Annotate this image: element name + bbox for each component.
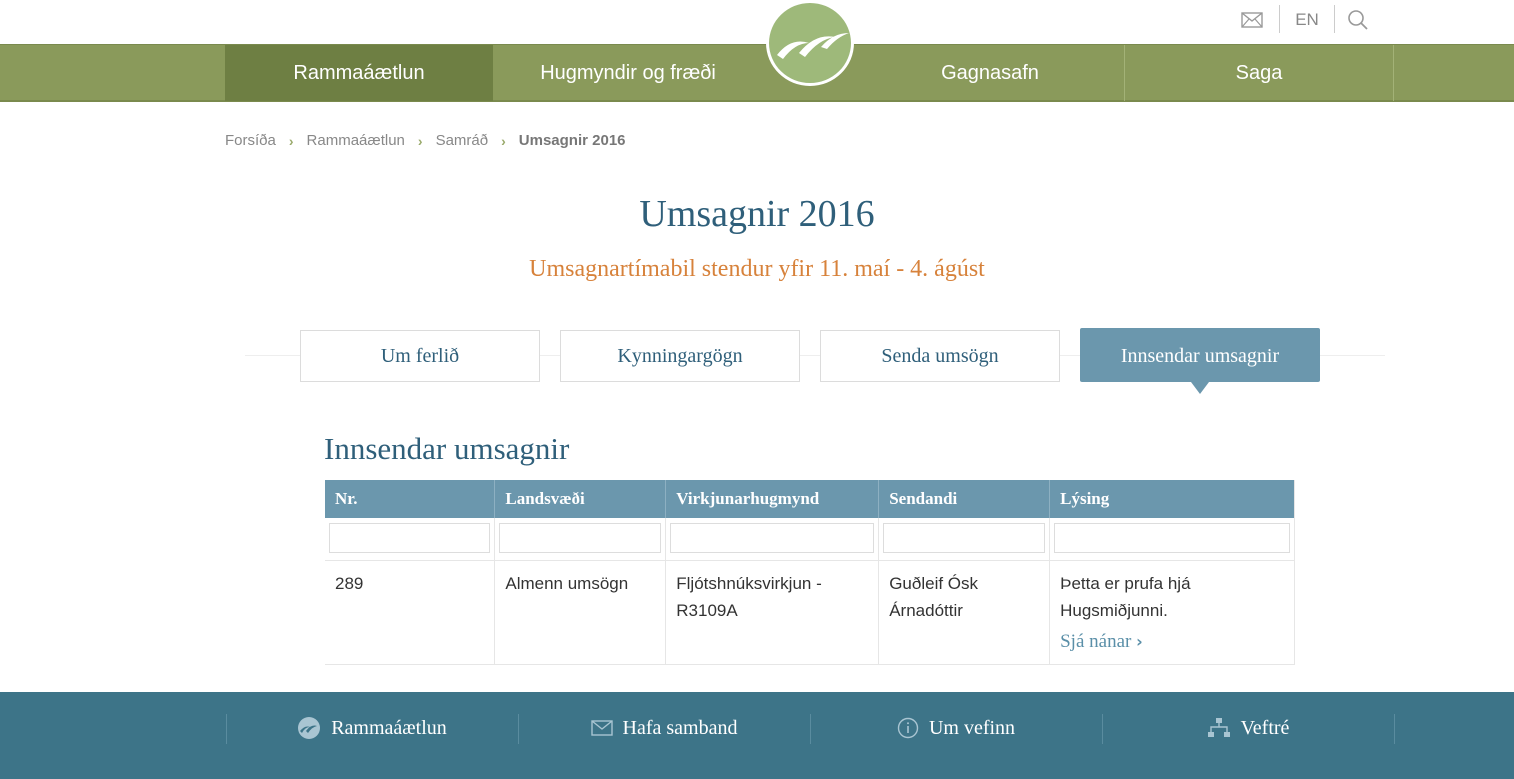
nav-item-gagnasafn[interactable]: Gagnasafn (856, 45, 1124, 101)
filter-nr-input[interactable] (329, 523, 491, 553)
footer-divider (1394, 714, 1395, 744)
active-tab-indicator (1191, 382, 1209, 394)
breadcrumb-rammaaaetlun[interactable]: Rammaáætlun (307, 132, 405, 149)
nav-divider (1393, 45, 1394, 101)
table-header-row: Nr. Landsvæði Virkjunarhugmynd Sendandi … (325, 480, 1295, 518)
footer-hafa-samband[interactable]: Hafa samband (518, 692, 810, 764)
footer-label: Hafa samband (622, 716, 738, 739)
cell-virkjunarhugmynd: Fljótshnúksvirkjun - R3109A (665, 560, 880, 665)
cell-nr: 289 (325, 560, 496, 665)
breadcrumb-home[interactable]: Forsíða (225, 132, 276, 149)
footer-veftre[interactable]: Veftré (1102, 692, 1394, 764)
cell-sendandi: Guðleif Ósk Árnadóttir (878, 560, 1051, 665)
filter-cell (494, 518, 667, 561)
chevron-right-icon: › (1136, 631, 1143, 651)
divider (1334, 5, 1335, 33)
nav-item-hugmyndir[interactable]: Hugmyndir og fræði (493, 45, 763, 101)
tab-kynningargogn[interactable]: Kynningargögn (560, 330, 800, 382)
chevron-right-icon: › (501, 132, 506, 149)
breadcrumb-samrad[interactable]: Samráð (436, 132, 489, 149)
cell-landsvaedi: Almenn umsögn (494, 560, 667, 665)
info-icon (897, 717, 919, 739)
nav-item-rammaaaetlun[interactable]: Rammaáætlun (225, 45, 493, 101)
column-header-sendandi[interactable]: Sendandi (878, 480, 1051, 518)
filter-row (325, 518, 1295, 561)
column-header-lysing[interactable]: Lýsing (1049, 480, 1295, 518)
divider (1279, 5, 1280, 33)
page-title: Umsagnir 2016 (639, 193, 875, 235)
site-logo[interactable] (766, 0, 854, 86)
filter-cell (878, 518, 1051, 561)
description-text: Þetta er prufa hjá Hugsmiðjunni. (1060, 573, 1191, 620)
filter-cell (1049, 518, 1295, 561)
footer: Rammaáætlun Hafa samband Um vefinn Veftr… (0, 692, 1514, 779)
tab-um-ferlid[interactable]: Um ferlið (300, 330, 540, 382)
cell-lysing: Þetta er prufa hjá Hugsmiðjunni. Sjá nán… (1049, 560, 1295, 665)
filter-sendandi-input[interactable] (883, 523, 1046, 553)
filter-cell (325, 518, 496, 561)
footer-label: Um vefinn (928, 716, 1016, 739)
footer-rammaaaetlun[interactable]: Rammaáætlun (226, 692, 518, 764)
main-nav: Rammaáætlun Hugmyndir og fræði Gagnasafn… (0, 44, 1514, 102)
column-header-landsvaedi[interactable]: Landsvæði (494, 480, 667, 518)
column-header-nr[interactable]: Nr. (325, 480, 496, 518)
mail-icon[interactable] (1238, 6, 1266, 34)
nav-item-saga[interactable]: Saga (1125, 45, 1393, 101)
filter-virkjunarhugmynd-input[interactable] (670, 523, 875, 553)
sitemap-icon (1207, 718, 1230, 737)
page-subtitle: Umsagnartímabil stendur yfir 11. maí - 4… (529, 256, 985, 282)
logo-icon (298, 717, 321, 739)
footer-label: Rammaáætlun (331, 716, 447, 739)
filter-landsvaedi-input[interactable] (499, 523, 662, 553)
read-more-link[interactable]: Sjá nánar › (1060, 628, 1143, 655)
footer-um-vefinn[interactable]: Um vefinn (810, 692, 1102, 764)
breadcrumb: Forsíða › Rammaáætlun › Samráð › Umsagni… (225, 132, 626, 149)
mail-icon (590, 720, 613, 736)
search-icon[interactable] (1344, 6, 1372, 34)
submissions-table: Nr. Landsvæði Virkjunarhugmynd Sendandi … (325, 480, 1295, 665)
chevron-right-icon: › (417, 132, 423, 149)
breadcrumb-current: Umsagnir 2016 (518, 132, 626, 149)
table-row: 289 Almenn umsögn Fljótshnúksvirkjun - R… (325, 560, 1295, 665)
chevron-right-icon: › (288, 132, 294, 149)
language-switch[interactable]: EN (1290, 6, 1324, 34)
tab-innsendar-umsagnir[interactable]: Innsendar umsagnir (1080, 328, 1320, 382)
tab-senda-umsogn[interactable]: Senda umsögn (820, 330, 1060, 382)
top-bar: EN (0, 0, 1514, 44)
column-header-virkjunarhugmynd[interactable]: Virkjunarhugmynd (665, 480, 880, 518)
section-title: Innsendar umsagnir (324, 431, 570, 466)
footer-label: Veftré (1240, 716, 1290, 739)
filter-cell (665, 518, 880, 561)
filter-lysing-input[interactable] (1054, 523, 1290, 553)
read-more-label: Sjá nánar (1060, 630, 1132, 652)
